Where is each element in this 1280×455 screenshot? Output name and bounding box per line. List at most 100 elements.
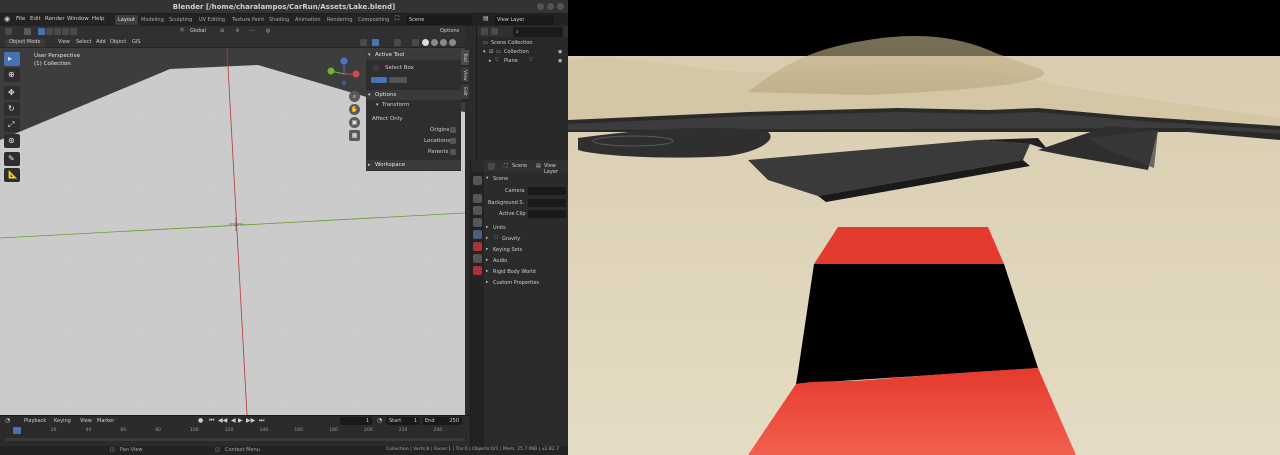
tab-texture-paint[interactable]: Texture Paint bbox=[229, 15, 267, 25]
audio-panel-header[interactable]: Audio bbox=[493, 258, 507, 264]
tool-tab-icon[interactable] bbox=[473, 176, 482, 185]
tab-compositing[interactable]: Compositing bbox=[355, 15, 392, 25]
scene-section-header[interactable]: Scene bbox=[493, 176, 508, 182]
keying-menu[interactable]: Keying bbox=[54, 418, 71, 424]
tab-sculpting[interactable]: Sculpting bbox=[166, 15, 195, 25]
mode-subtract-icon[interactable] bbox=[54, 28, 61, 35]
current-frame-field[interactable]: 1 bbox=[340, 417, 372, 425]
active-tool-header[interactable]: Active Tool bbox=[366, 50, 461, 60]
overlay-icon[interactable] bbox=[394, 39, 401, 46]
menu-select[interactable]: Select bbox=[76, 39, 91, 47]
snap-icon[interactable]: ⌾ bbox=[236, 28, 239, 36]
gizmo-icon[interactable] bbox=[372, 39, 379, 46]
prev-keyframe-icon[interactable]: ◀◀ bbox=[218, 417, 227, 424]
game-view[interactable] bbox=[568, 0, 1280, 455]
minimize-icon[interactable] bbox=[537, 3, 544, 10]
tab-modeling[interactable]: Modeling bbox=[138, 15, 167, 25]
scene-tab-icon[interactable] bbox=[473, 230, 482, 239]
render-tab-icon[interactable] bbox=[473, 194, 482, 203]
xray-icon[interactable] bbox=[412, 39, 419, 46]
measure-tool[interactable]: 📐 bbox=[4, 168, 20, 182]
shading-rendered-icon[interactable] bbox=[440, 39, 447, 46]
outliner-search-input[interactable]: ⌕ bbox=[513, 27, 563, 37]
eye-icon[interactable]: ◉ bbox=[558, 58, 562, 64]
gravity-checkbox[interactable]: ☑ bbox=[494, 235, 498, 241]
transform-subheader[interactable]: Transform bbox=[382, 102, 409, 108]
outliner-row-scene-collection[interactable]: ▭ Scene Collection bbox=[477, 39, 568, 48]
clock-icon[interactable]: ◔ bbox=[5, 417, 10, 424]
select-mode-buttons[interactable] bbox=[371, 77, 387, 83]
clock-icon[interactable]: ◔ bbox=[377, 417, 382, 424]
eye-icon[interactable]: ◉ bbox=[558, 49, 562, 55]
tab-layout[interactable]: Layout bbox=[115, 15, 138, 25]
display-mode-icon[interactable] bbox=[491, 28, 498, 35]
pan-hand-icon[interactable]: ✋ bbox=[349, 104, 360, 115]
select-mode-buttons-alt[interactable] bbox=[389, 77, 407, 83]
rigid-body-world-panel-header[interactable]: Rigid Body World bbox=[493, 269, 536, 275]
parents-checkbox[interactable] bbox=[450, 149, 456, 155]
view-menu[interactable]: View bbox=[80, 418, 92, 424]
gravity-panel-header[interactable]: Gravity bbox=[502, 236, 520, 242]
jump-start-icon[interactable]: ⏮ bbox=[209, 417, 214, 425]
snap-target-icon[interactable]: ⋯ bbox=[250, 28, 255, 36]
zoom-icon[interactable]: ⌕ bbox=[349, 91, 360, 102]
menu-edit[interactable]: Edit bbox=[30, 16, 41, 22]
ortho-toggle-icon[interactable]: ▦ bbox=[349, 130, 360, 141]
background-scene-field[interactable] bbox=[528, 199, 566, 207]
visibility-icon[interactable] bbox=[360, 39, 367, 46]
rotate-tool[interactable]: ↻ bbox=[4, 102, 20, 116]
texture-tab-icon[interactable] bbox=[473, 266, 482, 275]
active-clip-field[interactable] bbox=[528, 210, 566, 218]
menu-file[interactable]: File bbox=[16, 16, 25, 22]
scale-tool[interactable]: ⤢ bbox=[4, 118, 20, 132]
select-tool-icon[interactable] bbox=[24, 28, 31, 35]
jump-end-icon[interactable]: ⏭ bbox=[259, 417, 264, 425]
orientation-dropdown[interactable]: Global bbox=[190, 28, 206, 36]
playhead[interactable] bbox=[13, 427, 21, 434]
shading-wireframe-icon[interactable] bbox=[449, 39, 456, 46]
outliner-row-collection[interactable]: ▾ ☑ ▭ Collection ◉ bbox=[477, 48, 568, 57]
scene-selector[interactable]: Scene bbox=[406, 15, 472, 25]
transform-tool[interactable]: ⊛ bbox=[4, 134, 20, 148]
tab-view[interactable]: View bbox=[461, 67, 469, 83]
world-tab-icon[interactable] bbox=[473, 242, 482, 251]
custom-properties-panel-header[interactable]: Custom Properties bbox=[493, 280, 539, 286]
menu-add[interactable]: Add bbox=[96, 39, 106, 47]
checkbox-icon[interactable]: ☑ bbox=[489, 49, 493, 55]
tab-tool[interactable]: Tool bbox=[461, 50, 469, 66]
playback-menu[interactable]: Playback bbox=[24, 418, 46, 424]
annotate-tool[interactable]: ✎ bbox=[4, 152, 20, 166]
tab-edit[interactable]: Edit bbox=[461, 84, 469, 100]
record-icon[interactable]: ● bbox=[198, 417, 203, 424]
play-icon[interactable]: ▶ bbox=[238, 417, 243, 424]
options-header[interactable]: Options bbox=[366, 90, 461, 100]
shading-material-icon[interactable] bbox=[431, 39, 438, 46]
camera-field[interactable] bbox=[528, 187, 566, 195]
cursor-tool[interactable]: ⊕ bbox=[4, 68, 20, 82]
close-icon[interactable] bbox=[557, 3, 564, 10]
mode-intersect-icon[interactable] bbox=[70, 28, 77, 35]
keying-sets-panel-header[interactable]: Keying Sets bbox=[493, 247, 522, 253]
start-frame-field[interactable]: Start 1 bbox=[386, 417, 420, 425]
menu-view[interactable]: View bbox=[58, 39, 70, 47]
object-mode-dropdown[interactable]: Object Mode bbox=[5, 39, 45, 47]
end-frame-field[interactable]: End 250 bbox=[422, 417, 462, 425]
mode-extend-icon[interactable] bbox=[46, 28, 53, 35]
select-box-tool[interactable]: ▸ bbox=[4, 52, 20, 66]
origins-checkbox[interactable] bbox=[450, 127, 456, 133]
editor-type-icon[interactable] bbox=[488, 163, 495, 170]
view-layer-tab-icon[interactable] bbox=[473, 218, 482, 227]
pivot-icon[interactable]: ⊙ bbox=[220, 28, 224, 36]
timeline-scrollbar[interactable] bbox=[5, 438, 465, 441]
locations-checkbox[interactable] bbox=[450, 138, 456, 144]
editor-type-icon[interactable] bbox=[481, 28, 488, 35]
camera-view-icon[interactable]: ▣ bbox=[349, 117, 360, 128]
menu-window[interactable]: Window bbox=[67, 16, 89, 22]
tab-animation[interactable]: Animation bbox=[292, 15, 324, 25]
blender-logo-icon[interactable]: ◉ bbox=[4, 15, 10, 23]
units-panel-header[interactable]: Units bbox=[493, 225, 506, 231]
options-dropdown[interactable]: Options bbox=[440, 28, 459, 36]
marker-menu[interactable]: Marker bbox=[97, 418, 114, 424]
menu-help[interactable]: Help bbox=[92, 16, 105, 22]
tab-shading[interactable]: Shading bbox=[266, 15, 292, 25]
